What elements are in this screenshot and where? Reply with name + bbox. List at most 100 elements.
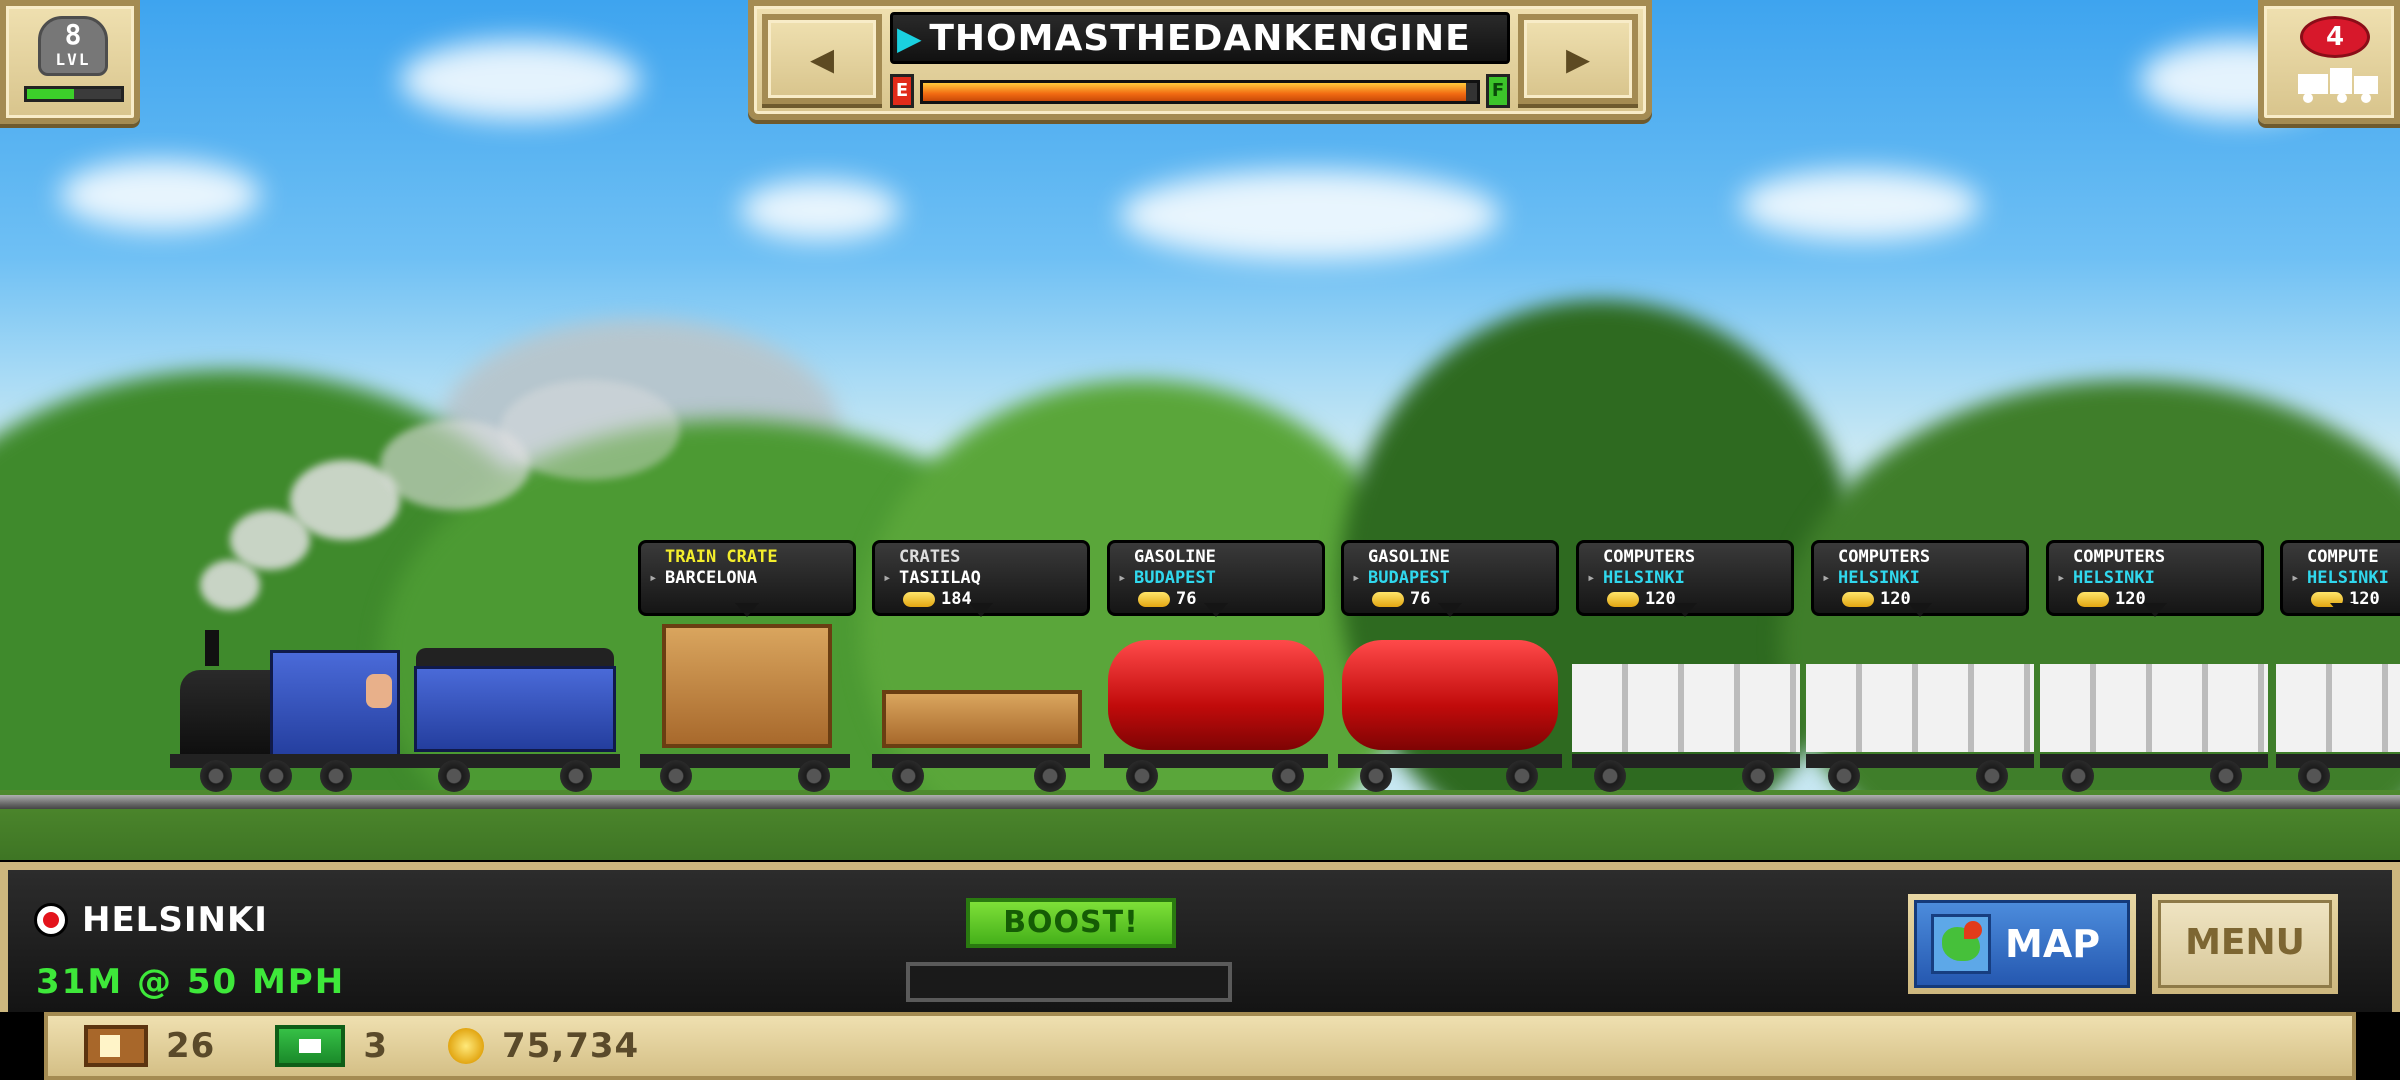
- crates-resource: 26: [84, 1025, 215, 1067]
- cargo-tooltip[interactable]: GASOLINE BUDAPEST 76: [1341, 540, 1559, 617]
- computers-car[interactable]: [1572, 664, 1800, 792]
- game-scene: [0, 0, 2400, 860]
- train-icon: [2298, 68, 2378, 103]
- train-name: THOMASTHEDANKENGINE: [929, 17, 1471, 59]
- cargo-type: COMPUTERS: [1838, 547, 1931, 567]
- menu-label: MENU: [2158, 900, 2332, 988]
- wheel: [2298, 760, 2330, 792]
- cargo-tooltip[interactable]: TRAIN CRATE BARCELONA: [638, 540, 856, 617]
- boost-progress-bar: [906, 962, 1232, 1002]
- train-name-plate: ▶ THOMASTHEDANKENGINE: [890, 12, 1510, 64]
- cargo-destination: BUDAPEST: [1134, 568, 1312, 589]
- wheel: [892, 760, 924, 792]
- cargo-tooltip[interactable]: COMPUTERS HELSINKI 120: [1576, 540, 1794, 617]
- arrow-left-icon: ◀: [809, 36, 835, 82]
- distance-speed-readout: 31M @ 50 MPH: [36, 962, 346, 1002]
- cargo-destination: HELSINKI: [2307, 568, 2390, 589]
- smokestack: [205, 630, 219, 666]
- next-train-button[interactable]: ▶: [1518, 14, 1638, 104]
- wheel: [2210, 760, 2242, 792]
- level-panel[interactable]: 8 LVL: [0, 0, 140, 124]
- chassis: [2276, 754, 2400, 768]
- cargo-type: CRATES: [899, 547, 961, 567]
- wheel: [1594, 760, 1626, 792]
- fuel-empty-label: E: [890, 74, 914, 108]
- wheel: [1034, 760, 1066, 792]
- conductor: [366, 674, 392, 708]
- gasoline-car[interactable]: [1338, 640, 1562, 792]
- cloud: [60, 160, 260, 230]
- crate-cargo: [662, 624, 832, 748]
- wheel: [660, 760, 692, 792]
- cargo-tooltip[interactable]: COMPUTERS HELSINKI 120: [1811, 540, 2029, 617]
- level-badge: 8 LVL: [38, 16, 108, 76]
- wheel: [1976, 760, 2008, 792]
- cash-count: 3: [363, 1026, 388, 1066]
- crate-icon: [84, 1025, 148, 1067]
- train-selector: ◀ ▶ THOMASTHEDANKENGINE E F ▶: [748, 0, 1652, 120]
- engine-tag-icon: ▶: [897, 19, 923, 57]
- gasoline-car[interactable]: [1104, 640, 1328, 792]
- crates-car[interactable]: [872, 690, 1090, 792]
- coins-resource: 75,734: [448, 1026, 639, 1066]
- cloud: [1120, 170, 1500, 260]
- map-button[interactable]: MAP: [1908, 894, 2136, 994]
- tank: [1108, 640, 1324, 750]
- cloud: [1740, 170, 1980, 240]
- station-marker-icon: [34, 903, 68, 937]
- cargo-payment: 120: [2073, 589, 2251, 610]
- cargo-tooltip[interactable]: CRATES TASIILAQ 184: [872, 540, 1090, 617]
- computers-car[interactable]: [2276, 664, 2400, 792]
- train-crate-car[interactable]: [640, 624, 850, 792]
- next-station: HELSINKI: [34, 900, 268, 940]
- arrow-right-icon: ▶: [1565, 36, 1591, 82]
- map-button-face: MAP: [1914, 900, 2130, 988]
- menu-button[interactable]: MENU: [2152, 894, 2338, 994]
- cargo-type: TRAIN CRATE: [665, 547, 778, 567]
- level-label: LVL: [55, 50, 91, 69]
- wheel: [438, 760, 470, 792]
- cargo-payment: 76: [1368, 589, 1546, 610]
- cargo-tooltip[interactable]: GASOLINE BUDAPEST 76: [1107, 540, 1325, 617]
- cargo-payment: 120: [2307, 589, 2390, 610]
- wheel: [1506, 760, 1538, 792]
- cargo-destination: BARCELONA: [665, 568, 843, 589]
- tender-body: [414, 666, 616, 752]
- smoke: [500, 380, 680, 480]
- wheel: [1360, 760, 1392, 792]
- cargo-type: GASOLINE: [1368, 547, 1450, 567]
- cargo-destination: TASIILAQ: [899, 568, 1077, 589]
- station-name: HELSINKI: [82, 900, 268, 940]
- wheel: [260, 760, 292, 792]
- wheel: [320, 760, 352, 792]
- cargo-type: COMPUTERS: [2073, 547, 2166, 567]
- cargo-destination: BUDAPEST: [1368, 568, 1546, 589]
- cargo-payment: 76: [1134, 589, 1312, 610]
- locomotive[interactable]: [170, 620, 410, 792]
- train-cars-panel[interactable]: 4: [2258, 0, 2400, 124]
- tender-car[interactable]: [410, 648, 620, 792]
- rail-track: [0, 795, 2400, 809]
- wheel: [1828, 760, 1860, 792]
- cargo-tooltip[interactable]: COMPUTE HELSINKI 120: [2280, 540, 2400, 616]
- hud-panel: HELSINKI 31M @ 50 MPH BOOST! MAP MENU: [0, 862, 2400, 1012]
- cargo-destination: HELSINKI: [1838, 568, 2016, 589]
- computers-car[interactable]: [1806, 664, 2034, 792]
- wheel: [798, 760, 830, 792]
- cargo-tooltip[interactable]: COMPUTERS HELSINKI 120: [2046, 540, 2264, 617]
- cargo-payment: 120: [1838, 589, 2016, 610]
- resource-bar: 26 3 75,734: [44, 1012, 2356, 1080]
- crates-cargo: [882, 690, 1082, 748]
- boost-button[interactable]: BOOST!: [966, 898, 1176, 948]
- previous-train-button[interactable]: ◀: [762, 14, 882, 104]
- cargo-payment: 184: [899, 589, 1077, 610]
- fuel-fill: [923, 83, 1466, 101]
- smoke: [200, 560, 260, 610]
- wheel: [560, 760, 592, 792]
- wheel: [2062, 760, 2094, 792]
- computers-car[interactable]: [2040, 664, 2268, 792]
- coin-icon: [448, 1028, 484, 1064]
- computers-cargo: [2040, 664, 2268, 752]
- level-number: 8: [64, 18, 82, 51]
- cash-resource: 3: [275, 1025, 388, 1067]
